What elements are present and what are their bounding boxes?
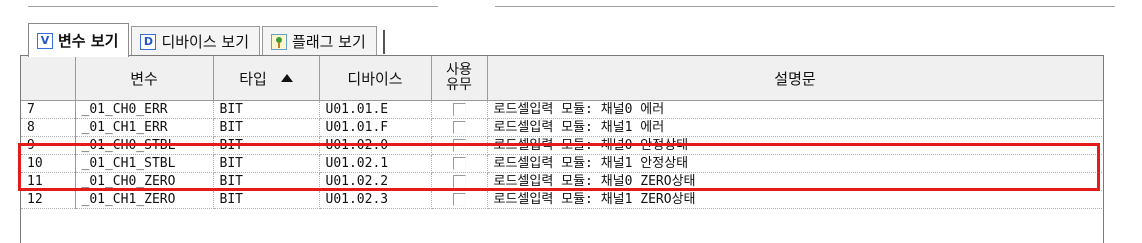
table-row[interactable]: 8 _01_CH1_ERR BIT U01.01.F 로드셀입력 모듈: 채널1 에러 — [21, 118, 1103, 137]
row-number-cell[interactable]: 10 — [21, 154, 76, 173]
column-header-variable-label: 변수 — [130, 69, 158, 88]
use-checkbox-cell[interactable] — [431, 154, 488, 173]
table-row[interactable]: 11 _01_CH0_ZERO BIT U01.02.2 로드셀입력 모듈: 채널0 Z… — [21, 172, 1103, 191]
description-cell[interactable]: 로드셀입력 모듈: 채널0 ZERO상태 — [487, 172, 1103, 191]
variable-icon: V — [37, 32, 53, 49]
column-header-use-line2: 유무 — [446, 77, 472, 93]
device-address-cell[interactable]: U01.01.E — [319, 100, 432, 119]
row-number-cell[interactable]: 8 — [21, 118, 76, 137]
variable-table-container: 변수 타입 디바이스 사용 유무 설명문 7 _01_CH0_ERR BIT U01.0… — [20, 55, 1104, 243]
row-number-cell[interactable]: 11 — [21, 172, 76, 191]
tab-variable-view-label: 변수 보기 — [58, 32, 119, 50]
device-address-cell[interactable]: U01.02.3 — [319, 190, 432, 209]
table-row[interactable]: 12 _01_CH1_ZERO BIT U01.02.3 로드셀입력 모듈: 채널1 Z… — [21, 190, 1103, 209]
type-cell[interactable]: BIT — [213, 136, 320, 155]
use-checkbox[interactable] — [452, 157, 466, 170]
column-header-row-number[interactable] — [21, 56, 76, 101]
type-cell[interactable]: BIT — [213, 172, 320, 191]
variable-table-body: 7 _01_CH0_ERR BIT U01.01.E 로드셀입력 모듈: 채널0 에러 8… — [21, 100, 1103, 209]
tab-flag-view-label: 플래그 보기 — [292, 33, 366, 51]
flag-glyph-icon — [276, 36, 283, 48]
description-cell[interactable]: 로드셀입력 모듈: 채널0 에러 — [487, 100, 1103, 119]
table-row[interactable]: 10 _01_CH1_STBL BIT U01.02.1 로드셀입력 모듈: 채널1 안… — [21, 154, 1103, 173]
type-cell[interactable]: BIT — [213, 190, 320, 209]
column-header-description-label: 설명문 — [774, 69, 816, 88]
use-checkbox-cell[interactable] — [431, 190, 488, 209]
table-row[interactable]: 7 _01_CH0_ERR BIT U01.01.E 로드셀입력 모듈: 채널0 에러 — [21, 100, 1103, 119]
column-header-type-label: 타입 — [239, 69, 267, 88]
table-header-row: 변수 타입 디바이스 사용 유무 설명문 — [21, 56, 1103, 101]
description-cell[interactable]: 로드셀입력 모듈: 채널1 에러 — [487, 118, 1103, 137]
tab-device-view-label: 디바이스 보기 — [161, 33, 250, 51]
use-checkbox[interactable] — [452, 193, 466, 206]
variable-name-cell[interactable]: _01_CH0_ZERO — [75, 172, 214, 191]
description-cell[interactable]: 로드셀입력 모듈: 채널0 안정상태 — [487, 136, 1103, 155]
description-cell[interactable]: 로드셀입력 모듈: 채널1 안정상태 — [487, 154, 1103, 173]
top-divider-right — [495, 6, 1115, 7]
variable-name-cell[interactable]: _01_CH0_STBL — [75, 136, 214, 155]
variable-name-cell[interactable]: _01_CH1_STBL — [75, 154, 214, 173]
use-checkbox[interactable] — [452, 103, 466, 116]
device-address-cell[interactable]: U01.01.F — [319, 118, 432, 137]
use-checkbox[interactable] — [452, 175, 466, 188]
variable-name-cell[interactable]: _01_CH1_ZERO — [75, 190, 214, 209]
variable-view-panel: V 변수 보기 D 디바이스 보기 플래그 보기 변수 타입 디바이스 사용 유… — [0, 0, 1142, 243]
view-tabbar: V 변수 보기 D 디바이스 보기 플래그 보기 — [28, 20, 385, 57]
sort-ascending-icon — [280, 73, 293, 82]
tabbar-end-divider — [381, 30, 385, 54]
row-number-cell[interactable]: 9 — [21, 136, 76, 155]
column-header-device-label: 디바이스 — [347, 69, 403, 88]
device-address-cell[interactable]: U01.02.1 — [319, 154, 432, 173]
row-number-cell[interactable]: 12 — [21, 190, 76, 209]
type-cell[interactable]: BIT — [213, 118, 320, 137]
row-number-cell[interactable]: 7 — [21, 100, 76, 119]
variable-table: 변수 타입 디바이스 사용 유무 설명문 7 _01_CH0_ERR BIT U01.0… — [21, 56, 1103, 209]
type-cell[interactable]: BIT — [213, 154, 320, 173]
use-checkbox-cell[interactable] — [431, 100, 488, 119]
use-checkbox-cell[interactable] — [431, 136, 488, 155]
table-row[interactable]: 9 _01_CH0_STBL BIT U01.02.0 로드셀입력 모듈: 채널0 안정… — [21, 136, 1103, 155]
use-checkbox-cell[interactable] — [431, 118, 488, 137]
use-checkbox[interactable] — [452, 121, 466, 134]
top-divider-left — [28, 6, 438, 7]
device-icon: D — [140, 33, 157, 50]
tab-variable-view[interactable]: V 변수 보기 — [28, 23, 130, 57]
column-header-use-line1: 사용 — [446, 62, 472, 78]
use-checkbox[interactable] — [452, 139, 466, 152]
column-header-type[interactable]: 타입 — [213, 56, 320, 101]
column-header-device[interactable]: 디바이스 — [319, 56, 432, 101]
use-checkbox-cell[interactable] — [431, 172, 488, 191]
column-header-description[interactable]: 설명문 — [487, 56, 1103, 101]
device-address-cell[interactable]: U01.02.2 — [319, 172, 432, 191]
flag-icon — [271, 33, 288, 50]
device-address-cell[interactable]: U01.02.0 — [319, 136, 432, 155]
variable-name-cell[interactable]: _01_CH1_ERR — [75, 118, 214, 137]
type-cell[interactable]: BIT — [213, 100, 320, 119]
tab-device-view[interactable]: D 디바이스 보기 — [131, 26, 261, 56]
column-header-variable[interactable]: 변수 — [75, 56, 214, 101]
column-header-use[interactable]: 사용 유무 — [431, 56, 488, 101]
tab-flag-view[interactable]: 플래그 보기 — [262, 26, 377, 56]
description-cell[interactable]: 로드셀입력 모듈: 채널1 ZERO상태 — [487, 190, 1103, 209]
variable-name-cell[interactable]: _01_CH0_ERR — [75, 100, 214, 119]
